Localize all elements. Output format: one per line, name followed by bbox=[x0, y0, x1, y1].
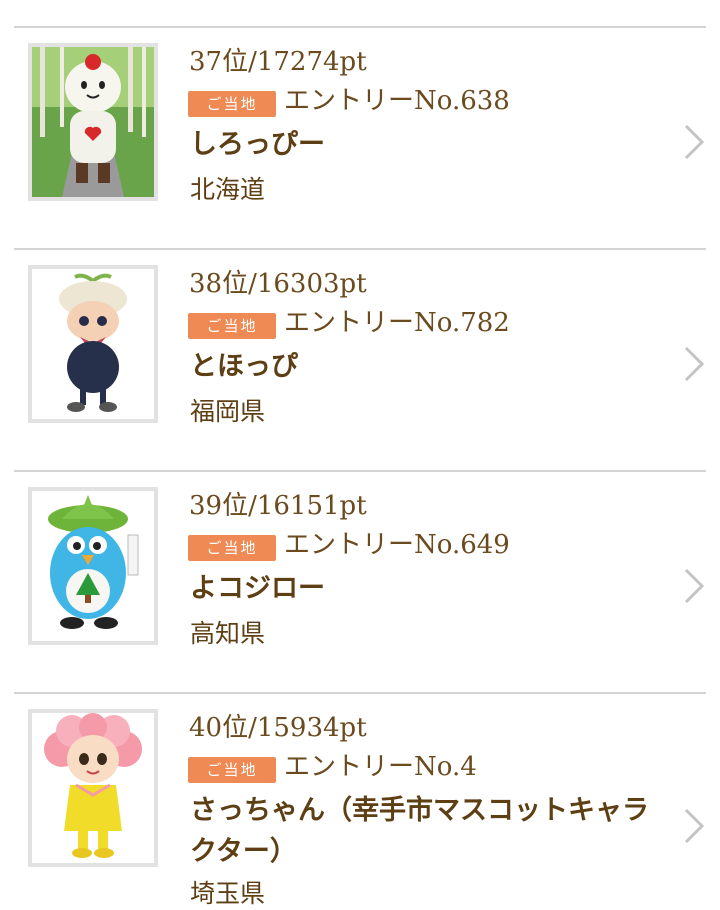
entry-number: エントリーNo.638 bbox=[284, 86, 510, 116]
rank-points: 39位/16151pt bbox=[189, 491, 367, 521]
mascot-name: よコジロー bbox=[190, 573, 325, 604]
chevron-right-icon bbox=[684, 346, 705, 382]
yokojiro-mascot-image bbox=[32, 491, 154, 641]
rank-points: 40位/15934pt bbox=[189, 713, 367, 743]
list-item[interactable]: 38位/16303pt ご当地 エントリーNo.782 とほっぴ 福岡県 bbox=[14, 248, 706, 472]
tohoppi-mascot-image bbox=[32, 269, 154, 419]
mascot-thumbnail bbox=[28, 709, 158, 867]
shiroppi-mascot-image bbox=[32, 47, 154, 197]
prefecture: 埼玉県 bbox=[190, 879, 266, 908]
rank-points: 37位/17274pt bbox=[189, 47, 367, 77]
mascot-name: とほっぴ bbox=[190, 351, 298, 382]
mascot-thumbnail bbox=[28, 487, 158, 645]
list-item[interactable]: 37位/17274pt ご当地 エントリーNo.638 しろっぴー 北海道 bbox=[14, 26, 706, 250]
mascot-name: さっちゃん（幸手市マスコットキャラクター） bbox=[190, 795, 649, 867]
local-badge: ご当地 bbox=[188, 535, 276, 561]
sacchan-mascot-image bbox=[32, 713, 154, 863]
entry-number: エントリーNo.649 bbox=[284, 530, 510, 560]
ranking-list: 37位/17274pt ご当地 エントリーNo.638 しろっぴー 北海道 38… bbox=[0, 0, 720, 908]
entry-number: エントリーNo.782 bbox=[284, 308, 510, 338]
list-item[interactable]: 39位/16151pt ご当地 エントリーNo.649 よコジロー 高知県 bbox=[14, 470, 706, 694]
chevron-right-icon bbox=[684, 124, 705, 160]
prefecture: 北海道 bbox=[190, 175, 266, 204]
list-item[interactable]: 40位/15934pt ご当地 エントリーNo.4 さっちゃん（幸手市マスコット… bbox=[14, 692, 706, 908]
mascot-thumbnail bbox=[28, 265, 158, 423]
prefecture: 高知県 bbox=[190, 619, 266, 648]
local-badge: ご当地 bbox=[188, 757, 276, 783]
local-badge: ご当地 bbox=[188, 91, 276, 117]
mascot-thumbnail bbox=[28, 43, 158, 201]
mascot-name: しろっぴー bbox=[190, 129, 325, 160]
local-badge: ご当地 bbox=[188, 313, 276, 339]
entry-number: エントリーNo.4 bbox=[284, 752, 477, 782]
prefecture: 福岡県 bbox=[190, 397, 266, 426]
rank-points: 38位/16303pt bbox=[189, 269, 367, 299]
chevron-right-icon bbox=[684, 568, 705, 604]
chevron-right-icon bbox=[684, 808, 705, 844]
